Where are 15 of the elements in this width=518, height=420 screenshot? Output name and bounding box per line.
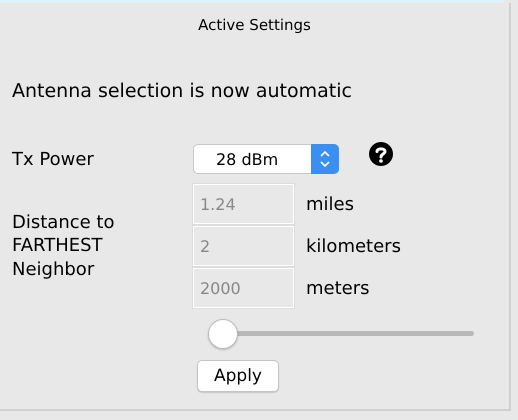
notice-text: Antenna selection is now automatic: [12, 80, 352, 102]
tx-power-select[interactable]: 28 dBm: [193, 144, 339, 174]
distance-input[interactable]: 2000: [193, 268, 294, 308]
tx-power-label: Tx Power: [11, 148, 94, 170]
stepper-icon: [311, 144, 339, 174]
slider-thumb[interactable]: [208, 319, 238, 349]
help-icon[interactable]: [369, 142, 393, 166]
unit-label: kilometers: [306, 236, 401, 256]
distance-label: Distance to FARTHEST Neighbor: [11, 210, 116, 282]
unit-label: miles: [306, 194, 354, 214]
unit-label: meters: [306, 278, 370, 298]
distance-input[interactable]: 1.24: [193, 184, 294, 224]
panel-title: Active Settings: [198, 16, 311, 34]
distance-input[interactable]: 2: [193, 226, 294, 266]
apply-button[interactable]: Apply: [197, 360, 279, 392]
